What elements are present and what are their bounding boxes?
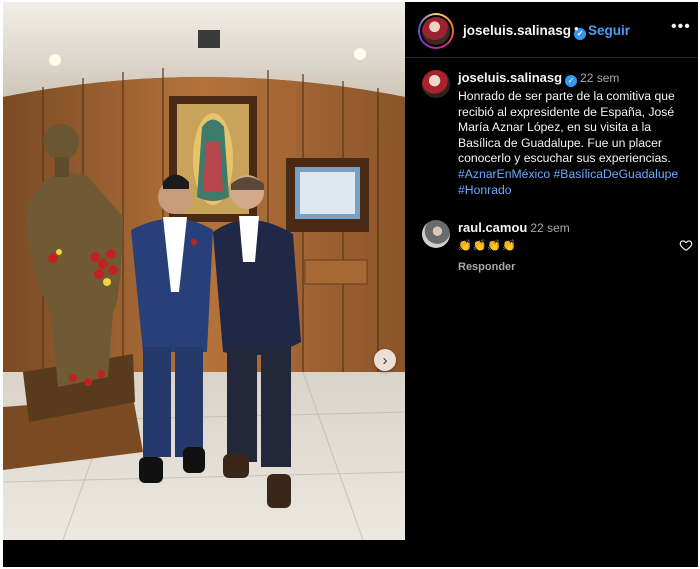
photo-footer-strip: [3, 540, 405, 567]
caption-text: Honrado de ser parte de la comitiva que …: [458, 89, 675, 166]
comment-username[interactable]: raul.camou: [458, 220, 527, 235]
hashtag-link[interactable]: #Honrado: [458, 183, 512, 197]
hashtag-link[interactable]: #AznarEnMéxico: [458, 167, 550, 181]
caption-timestamp[interactable]: 22 sem: [580, 71, 619, 85]
heart-icon[interactable]: [679, 238, 693, 252]
caption-author-avatar[interactable]: [422, 70, 450, 98]
verified-badge-icon: ✓: [565, 75, 578, 87]
post-dialog: › joseluis.salinasg ✓ • Seguir ••• josel…: [3, 2, 698, 567]
more-horizontal-icon[interactable]: •••: [671, 18, 691, 36]
author-username-link[interactable]: joseluis.salinasg ✓: [463, 23, 587, 40]
author-avatar-image: [422, 17, 450, 45]
author-username[interactable]: joseluis.salinasg: [463, 23, 571, 38]
comment-timestamp[interactable]: 22 sem: [530, 221, 569, 235]
reply-button[interactable]: Responder: [458, 261, 515, 273]
photo-illustration: [3, 2, 405, 540]
chevron-right-icon[interactable]: ›: [374, 349, 396, 371]
follow-button[interactable]: Seguir: [588, 23, 630, 38]
comment: raul.camou 22 sem 👏👏👏👏: [458, 220, 668, 252]
caption-username[interactable]: joseluis.salinasg: [458, 70, 562, 85]
commenter-avatar[interactable]: [422, 220, 450, 248]
hashtag-link[interactable]: #BasílicaDeGuadalupe: [554, 167, 679, 181]
post-caption: joseluis.salinasg ✓ 22 sem Honrado de ser …: [458, 70, 694, 198]
comment-text: 👏👏👏👏: [458, 240, 517, 252]
screenshot-frame: › joseluis.salinasg ✓ • Seguir ••• josel…: [0, 0, 700, 569]
post-header: joseluis.salinasg ✓ • Seguir •••: [405, 2, 698, 58]
post-photo[interactable]: ›: [3, 2, 405, 540]
author-avatar-border: [420, 15, 452, 47]
header-separator: •: [574, 21, 579, 36]
post-sidebar: joseluis.salinasg ✓ • Seguir ••• joseluis…: [405, 2, 698, 567]
author-avatar[interactable]: [418, 13, 454, 49]
